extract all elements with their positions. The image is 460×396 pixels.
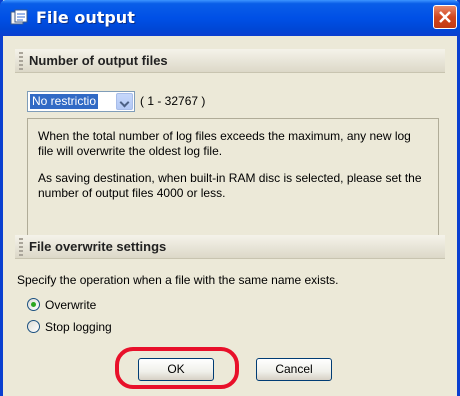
- chevron-down-icon[interactable]: [116, 93, 133, 110]
- info-text-ram-disc: As saving destination, when built-in RAM…: [38, 171, 422, 200]
- file-output-dialog: File output Number of output files No re…: [0, 0, 460, 396]
- close-icon: [439, 11, 451, 23]
- radio-stop-logging-label: Stop logging: [45, 320, 112, 334]
- close-button[interactable]: [433, 5, 457, 29]
- output-files-section-header: Number of output files: [15, 49, 445, 73]
- radio-button-checked-icon[interactable]: [27, 298, 40, 311]
- overwrite-section-title: File overwrite settings: [29, 239, 167, 254]
- output-files-select-value: No restrictio: [30, 94, 99, 109]
- output-files-select[interactable]: No restrictio: [27, 91, 135, 112]
- info-text-overwrite: When the total number of log files excee…: [38, 129, 411, 158]
- overwrite-description: Specify the operation when a file with t…: [17, 273, 339, 287]
- radio-overwrite-label: Overwrite: [45, 298, 97, 312]
- dialog-content: Number of output files No restrictio ( 1…: [3, 36, 457, 396]
- radio-button-icon[interactable]: [27, 320, 40, 333]
- window-title: File output: [36, 8, 135, 27]
- title-bar[interactable]: File output: [0, 0, 460, 36]
- app-icon: [10, 9, 28, 25]
- grip-icon: [19, 238, 23, 256]
- overwrite-section-header: File overwrite settings: [15, 235, 445, 259]
- output-files-info-box: When the total number of log files excee…: [27, 118, 439, 250]
- cancel-button[interactable]: Cancel: [256, 358, 332, 381]
- ok-highlight-annotation: [115, 347, 239, 389]
- output-files-section-title: Number of output files: [29, 53, 168, 68]
- grip-icon: [19, 52, 23, 70]
- output-files-range: ( 1 - 32767 ): [140, 94, 206, 108]
